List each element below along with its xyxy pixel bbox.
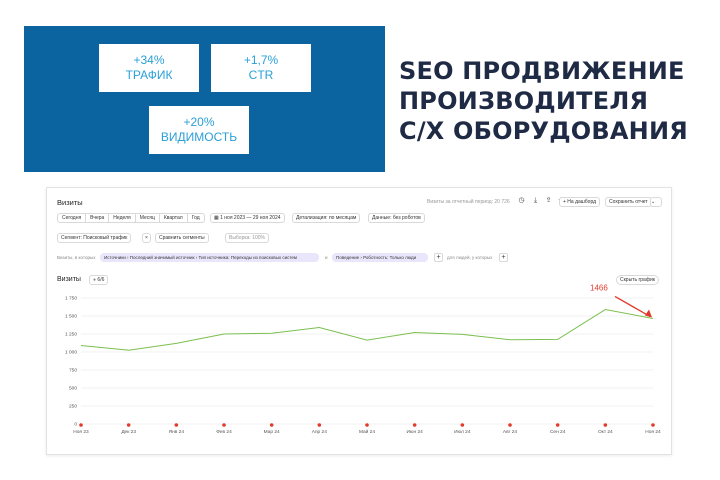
stat-value: +1,7% xyxy=(243,53,279,67)
event-marker xyxy=(317,423,322,427)
event-marker xyxy=(365,423,369,427)
hero-title: SEO ПРОДВИЖЕНИЕ ПРОИЗВОДИТЕЛЯ С/Х ОБОРУД… xyxy=(399,56,699,146)
x-tick-label: Окт 24 xyxy=(598,429,613,435)
x-tick-label: Дек 23 xyxy=(121,429,136,435)
stat-label: CTR xyxy=(248,68,274,82)
annotation-label: 1466 xyxy=(590,283,608,292)
stat-card-traffic: +34% ТРАФИК xyxy=(99,44,199,92)
x-tick-label: Май 24 xyxy=(359,428,375,435)
visits-series-line xyxy=(80,308,654,351)
x-tick-label: Июл 24 xyxy=(454,429,471,435)
x-tick-label: Апр 24 xyxy=(312,429,327,435)
hero-banner: +34% ТРАФИК +1,7% CTR +20% ВИДИМОСТЬ xyxy=(24,26,385,172)
hero-title-line: С/Х ОБОРУДОВАНИЯ xyxy=(399,117,688,145)
event-marker xyxy=(79,423,83,427)
y-tick-label: 1 250 xyxy=(65,332,77,338)
visits-line-chart: 0 250 500 750 1 000 1 250 1 500 1 750 Ноя 23 Дек … xyxy=(65,283,661,435)
y-tick-label: 750 xyxy=(69,368,77,374)
stat-card-ctr: +1,7% CTR xyxy=(211,44,311,92)
x-tick-label: Мар 24 xyxy=(264,429,280,435)
x-tick-label: Июн 24 xyxy=(406,429,423,435)
x-tick-label: Ноя 23 xyxy=(73,429,89,435)
y-tick-label: 1 750 xyxy=(65,296,77,302)
y-tick-label: 250 xyxy=(69,404,77,410)
y-tick-label: 0 xyxy=(74,422,77,428)
event-marker xyxy=(460,423,465,427)
x-tick-label: Авг 24 xyxy=(503,429,517,435)
stat-value: +34% xyxy=(133,53,165,67)
stat-label: ТРАФИК xyxy=(125,68,173,82)
x-tick-label: Сен 24 xyxy=(550,429,566,435)
hero-title-line: SEO ПРОДВИЖЕНИЕ xyxy=(399,57,685,85)
event-marker xyxy=(222,423,226,427)
event-marker xyxy=(412,423,417,427)
y-tick-label: 1 500 xyxy=(65,314,77,320)
event-marker xyxy=(126,423,131,427)
event-marker xyxy=(174,423,179,427)
stat-card-visibility: +20% ВИДИМОСТЬ xyxy=(149,106,249,154)
stat-label: ВИДИМОСТЬ xyxy=(160,130,238,144)
annotation-arrow xyxy=(614,295,651,318)
event-marker xyxy=(555,423,560,427)
event-marker xyxy=(603,423,608,427)
event-marker xyxy=(508,423,512,427)
x-tick-label: Фев 24 xyxy=(216,429,232,435)
analytics-report: Визиты Визиты за отчетный период: 20 726… xyxy=(46,187,672,455)
y-tick-label: 1 000 xyxy=(65,350,77,356)
stat-value: +20% xyxy=(183,115,215,129)
hero-title-line: ПРОИЗВОДИТЕЛЯ xyxy=(399,87,649,115)
x-tick-label: Ноя 24 xyxy=(645,429,661,435)
event-marker xyxy=(651,423,655,427)
x-tick-label: Янв 24 xyxy=(169,429,185,435)
event-marker xyxy=(269,423,274,427)
y-tick-label: 500 xyxy=(69,386,77,392)
